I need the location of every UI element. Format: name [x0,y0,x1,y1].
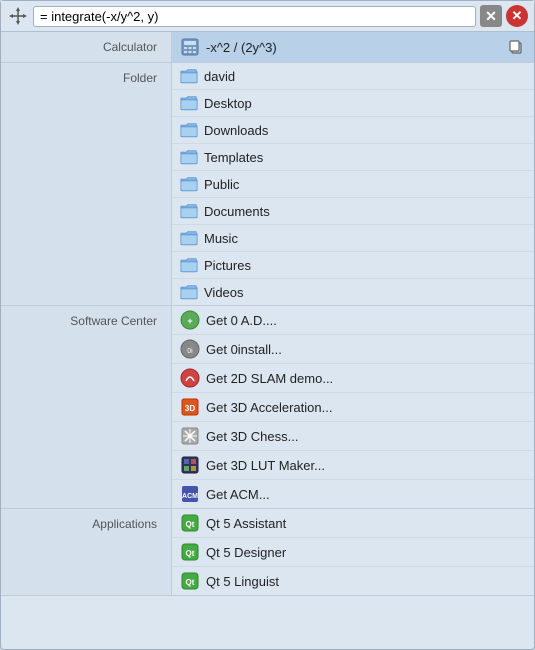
folder-items: david Desktop [171,63,534,305]
search-bar: = integrate(-x/y^2, y) ✕ ✕ [1,1,534,32]
item-name: Templates [204,150,263,165]
software-center-section: Software Center + Get 0 A.D.... [1,306,534,509]
svg-text:ACM: ACM [182,493,198,500]
list-item[interactable]: Get 2D SLAM demo... [172,364,534,393]
list-item[interactable]: Downloads [172,117,534,144]
calculator-result-row[interactable]: -x^2 / (2y^3) [172,32,534,62]
folder-icon [180,283,198,301]
svg-text:Qt: Qt [186,520,195,529]
calculator-items: -x^2 / (2y^3) [171,32,534,62]
list-item[interactable]: Templates [172,144,534,171]
item-name: Public [204,177,239,192]
app-icon: Qt [180,542,200,562]
list-item[interactable]: Qt Qt 5 Linguist [172,567,534,595]
list-item[interactable]: Get 3D LUT Maker... [172,451,534,480]
list-item[interactable]: Get 3D Chess... [172,422,534,451]
list-item[interactable]: Desktop [172,90,534,117]
svg-text:Qt: Qt [186,578,195,587]
item-name: Qt 5 Designer [206,545,286,560]
app-icon: Qt [180,571,200,591]
results-list: Calculator [1,32,534,649]
app-icon: ACM [180,484,200,504]
folder-icon [180,175,198,193]
folder-label: Folder [1,63,171,305]
app-icon: Qt [180,513,200,533]
svg-text:+: + [187,316,192,326]
folder-section: Folder david [1,63,534,306]
item-name: Get 0 A.D.... [206,313,277,328]
list-item[interactable]: Music [172,225,534,252]
folder-icon [180,202,198,220]
applications-items: Qt Qt 5 Assistant Qt Qt 5 Designer [171,509,534,595]
folder-icon [180,94,198,112]
list-item[interactable]: ACM Get ACM... [172,480,534,508]
folder-icon [180,148,198,166]
clear-button[interactable]: ✕ [480,5,502,27]
list-item[interactable]: Videos [172,279,534,305]
item-name: Music [204,231,238,246]
calculator-label: Calculator [1,32,171,62]
item-name: Qt 5 Linguist [206,574,279,589]
item-name: Pictures [204,258,251,273]
app-icon [180,368,200,388]
list-item[interactable]: Public [172,171,534,198]
software-center-label: Software Center [1,306,171,508]
copy-icon[interactable] [506,37,526,57]
calculator-section: Calculator [1,32,534,63]
calculator-result-text: -x^2 / (2y^3) [206,40,500,55]
list-item[interactable]: Pictures [172,252,534,279]
list-item[interactable]: Qt Qt 5 Designer [172,538,534,567]
calculator-icon [180,37,200,57]
folder-icon [180,121,198,139]
item-name: Get 3D Chess... [206,429,298,444]
list-item[interactable]: Documents [172,198,534,225]
search-input[interactable]: = integrate(-x/y^2, y) [40,9,469,24]
close-button[interactable]: ✕ [506,5,528,27]
item-name: david [204,69,235,84]
svg-text:Qt: Qt [186,549,195,558]
item-name: Qt 5 Assistant [206,516,286,531]
folder-icon [180,67,198,85]
item-name: Documents [204,204,270,219]
item-name: Get 2D SLAM demo... [206,371,333,386]
app-icon [180,426,200,446]
app-icon: + [180,310,200,330]
item-name: Get 3D Acceleration... [206,400,332,415]
list-item[interactable]: 3D Get 3D Acceleration... [172,393,534,422]
folder-icon [180,256,198,274]
list-item[interactable]: + Get 0 A.D.... [172,306,534,335]
item-name: Get ACM... [206,487,270,502]
svg-text:0i: 0i [187,348,193,355]
software-center-items: + Get 0 A.D.... 0i Get 0install... [171,306,534,508]
applications-label: Applications [1,509,171,595]
item-name: Get 0install... [206,342,282,357]
main-window: = integrate(-x/y^2, y) ✕ ✕ Calculator [0,0,535,650]
list-item[interactable]: 0i Get 0install... [172,335,534,364]
item-name: Downloads [204,123,268,138]
list-item[interactable]: david [172,63,534,90]
app-icon: 0i [180,339,200,359]
search-input-wrapper: = integrate(-x/y^2, y) [33,6,476,27]
app-icon: 3D [180,397,200,417]
app-icon [180,455,200,475]
list-item[interactable]: Qt Qt 5 Assistant [172,509,534,538]
folder-icon [180,229,198,247]
svg-text:3D: 3D [185,404,195,413]
item-name: Desktop [204,96,252,111]
item-name: Videos [204,285,244,300]
item-name: Get 3D LUT Maker... [206,458,325,473]
search-icon[interactable] [7,5,29,27]
applications-section: Applications Qt Qt 5 Assistant [1,509,534,596]
